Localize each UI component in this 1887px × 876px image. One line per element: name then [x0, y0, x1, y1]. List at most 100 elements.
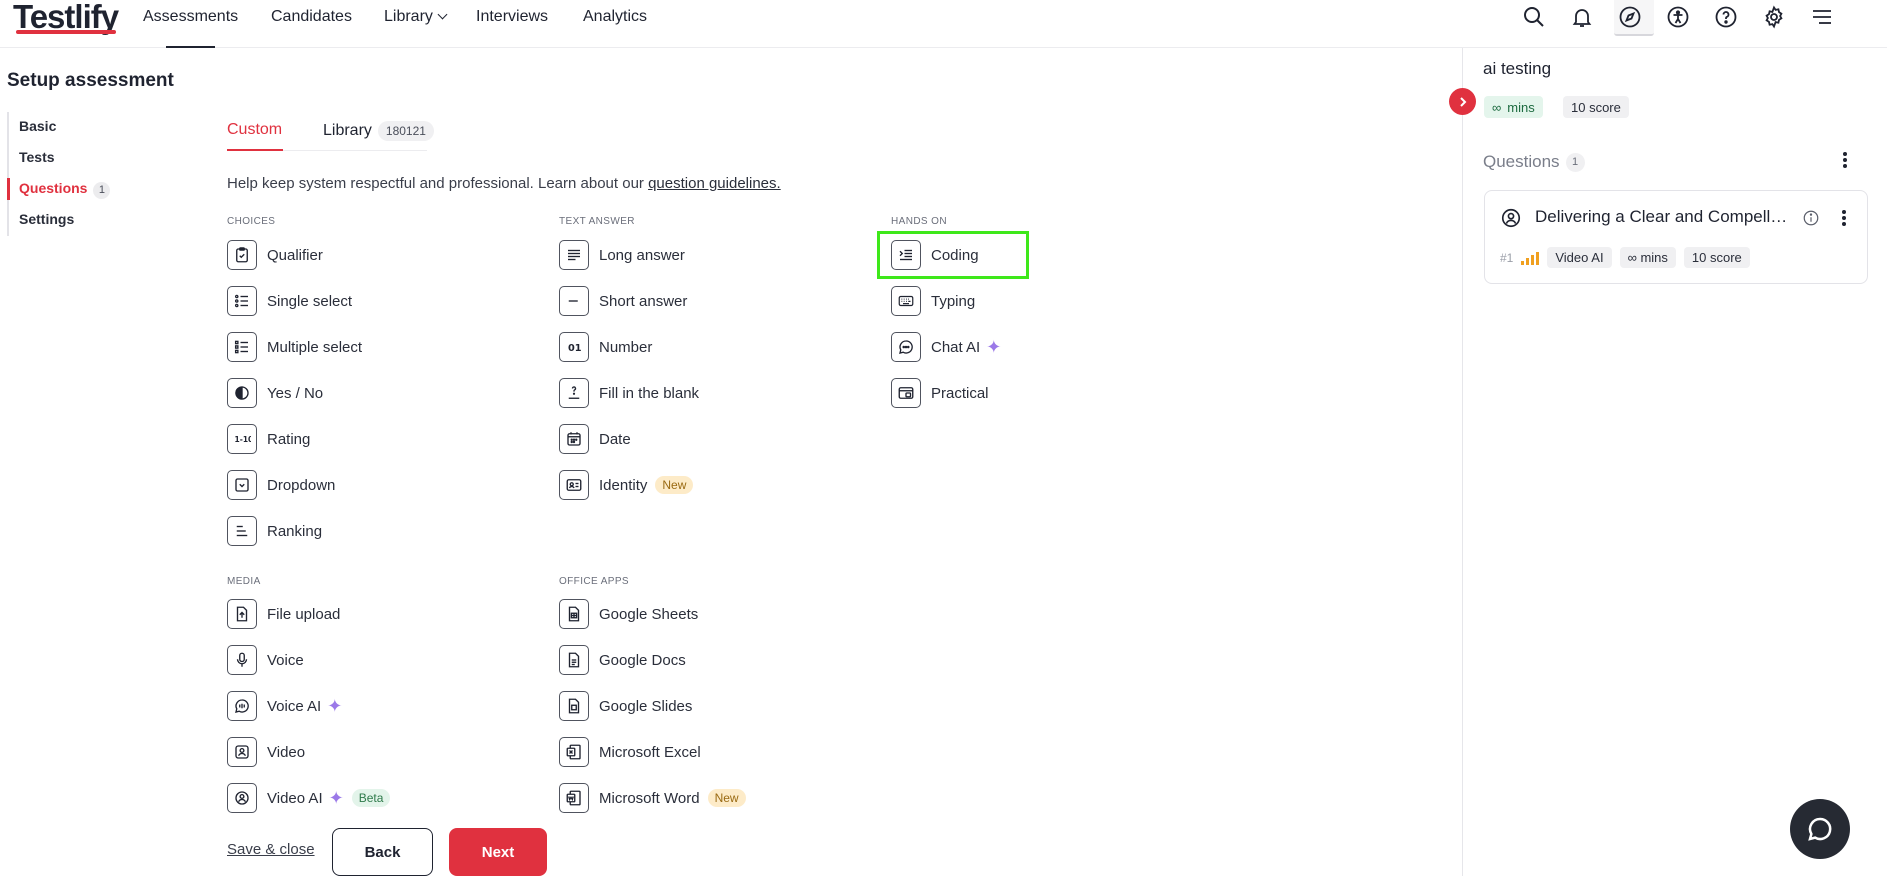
tab-library[interactable]: Library 180121 — [323, 121, 434, 141]
duration-label: mins — [1507, 99, 1535, 115]
save-close-link[interactable]: Save & close — [227, 841, 315, 858]
info-icon[interactable] — [1802, 209, 1820, 232]
video-ai-icon — [1500, 207, 1522, 229]
qtype-yes-no[interactable]: Yes / No — [227, 378, 323, 408]
section-label-office-apps: OFFICE APPS — [559, 576, 629, 587]
question-card[interactable]: Delivering a Clear and Compelling Messag… — [1484, 190, 1868, 284]
qtype-google-slides[interactable]: Google Slides — [559, 691, 692, 721]
qtype-label: Google Slides — [599, 697, 693, 715]
library-count-badge: 180121 — [377, 121, 434, 141]
step-navigation: Basic Tests Questions 1 Settings — [6, 112, 111, 236]
qtype-fill-in-the-blank[interactable]: Fill in the blank — [559, 378, 699, 408]
qtype-practical[interactable]: Practical — [891, 378, 989, 408]
assessment-summary-panel — [1462, 48, 1887, 876]
qtype-identity[interactable]: Identity New — [559, 470, 694, 500]
code-terminal-icon — [891, 240, 921, 270]
question-guidelines-link[interactable]: question guidelines. — [648, 175, 781, 192]
qtype-short-answer[interactable]: Short answer — [559, 286, 687, 316]
qtype-label: Long answer — [599, 246, 685, 264]
nav-analytics[interactable]: Analytics — [583, 8, 647, 26]
step-settings[interactable]: Settings — [9, 205, 110, 236]
tab-custom[interactable]: Custom — [227, 121, 282, 139]
question-type-chip: Video AI — [1547, 247, 1612, 268]
qtype-typing[interactable]: Typing — [891, 286, 975, 316]
file-upload-icon — [227, 599, 257, 629]
qtype-label: Voice — [267, 651, 304, 669]
step-tests[interactable]: Tests — [9, 143, 110, 174]
section-label-choices: CHOICES — [227, 216, 276, 227]
bell-icon[interactable] — [1570, 5, 1594, 29]
qtype-google-docs[interactable]: Google Docs — [559, 645, 686, 675]
qtype-microsoft-excel[interactable]: Microsoft Excel — [559, 737, 701, 767]
qtype-label: Microsoft Word — [599, 789, 700, 807]
qtype-multiple-select[interactable]: Multiple select — [227, 332, 362, 362]
number-icon: 01 — [559, 332, 589, 362]
gear-icon[interactable] — [1762, 5, 1786, 29]
qtype-label: Coding — [931, 246, 979, 264]
qtype-rating[interactable]: 1-10 Rating — [227, 424, 310, 454]
tab-library-label: Library — [323, 122, 372, 139]
qtype-long-answer[interactable]: Long answer — [559, 240, 685, 270]
qtype-label: Dropdown — [267, 476, 336, 494]
collapse-panel-button[interactable] — [1449, 88, 1476, 115]
qtype-file-upload[interactable]: File upload — [227, 599, 340, 629]
clipboard-check-icon — [227, 240, 257, 270]
questions-more-menu-icon[interactable] — [1842, 150, 1848, 170]
qtype-dropdown[interactable]: Dropdown — [227, 470, 335, 500]
qtype-label: Video AI — [267, 789, 323, 807]
question-card-title: Delivering a Clear and Compelling Messag… — [1535, 207, 1790, 226]
assessment-name: ai testing — [1483, 59, 1552, 78]
accessibility-icon[interactable] — [1666, 5, 1690, 29]
support-chat-button[interactable] — [1790, 799, 1850, 859]
nav-library-label: Library — [384, 8, 433, 25]
qtype-video-ai[interactable]: Video AI ✦ Beta — [227, 783, 391, 813]
microsoft-excel-icon — [559, 737, 589, 767]
infinity-icon: ∞ — [1492, 99, 1502, 115]
short-text-icon — [559, 286, 589, 316]
google-docs-icon — [559, 645, 589, 675]
svg-text:01: 01 — [568, 343, 582, 354]
qtype-coding[interactable]: Coding — [891, 240, 979, 270]
voice-ai-icon — [227, 691, 257, 721]
question-card-menu-icon[interactable] — [1841, 208, 1847, 228]
qtype-ranking[interactable]: Ranking — [227, 516, 322, 546]
qtype-video[interactable]: Video — [227, 737, 305, 767]
calendar-icon — [559, 424, 589, 454]
qtype-label: Identity — [599, 476, 648, 494]
qtype-qualifier[interactable]: Qualifier — [227, 240, 323, 270]
questions-header-label: Questions — [1483, 152, 1560, 171]
nav-assessments[interactable]: Assessments — [143, 8, 238, 26]
qtype-label: Microsoft Excel — [599, 743, 701, 761]
nav-library[interactable]: Library — [384, 8, 448, 26]
qtype-number[interactable]: 01 Number — [559, 332, 652, 362]
tab-active-underline — [227, 149, 283, 151]
compass-icon[interactable] — [1618, 5, 1642, 29]
qtype-single-select[interactable]: Single select — [227, 286, 352, 316]
next-button[interactable]: Next — [449, 828, 547, 876]
search-icon[interactable] — [1522, 5, 1546, 29]
step-questions[interactable]: Questions 1 — [6, 174, 111, 205]
logo-underline — [16, 30, 116, 34]
nav-candidates[interactable]: Candidates — [271, 8, 352, 26]
qtype-label: Practical — [931, 384, 989, 402]
qtype-voice[interactable]: Voice — [227, 645, 304, 675]
step-basic[interactable]: Basic — [9, 112, 110, 143]
qtype-google-sheets[interactable]: Google Sheets — [559, 599, 698, 629]
chat-bubble-icon — [891, 332, 921, 362]
ai-sparkle-icon: ✦ — [327, 696, 343, 716]
section-label-text-answer: TEXT ANSWER — [559, 216, 635, 227]
practical-window-icon — [891, 378, 921, 408]
qtype-label: Qualifier — [267, 246, 323, 264]
qtype-voice-ai[interactable]: Voice AI ✦ — [227, 691, 342, 721]
qtype-microsoft-word[interactable]: Microsoft Word New — [559, 783, 746, 813]
ai-sparkle-icon: ✦ — [328, 788, 344, 808]
svg-text:1-10: 1-10 — [235, 435, 252, 444]
help-icon[interactable] — [1714, 5, 1738, 29]
nav-interviews[interactable]: Interviews — [476, 8, 548, 26]
back-button[interactable]: Back — [332, 828, 433, 876]
list-check-icon — [227, 332, 257, 362]
qtype-chat-ai[interactable]: Chat AI ✦ — [891, 332, 1001, 362]
menu-icon[interactable] — [1810, 5, 1834, 29]
qtype-label: Voice AI — [267, 697, 322, 715]
qtype-date[interactable]: Date — [559, 424, 631, 454]
